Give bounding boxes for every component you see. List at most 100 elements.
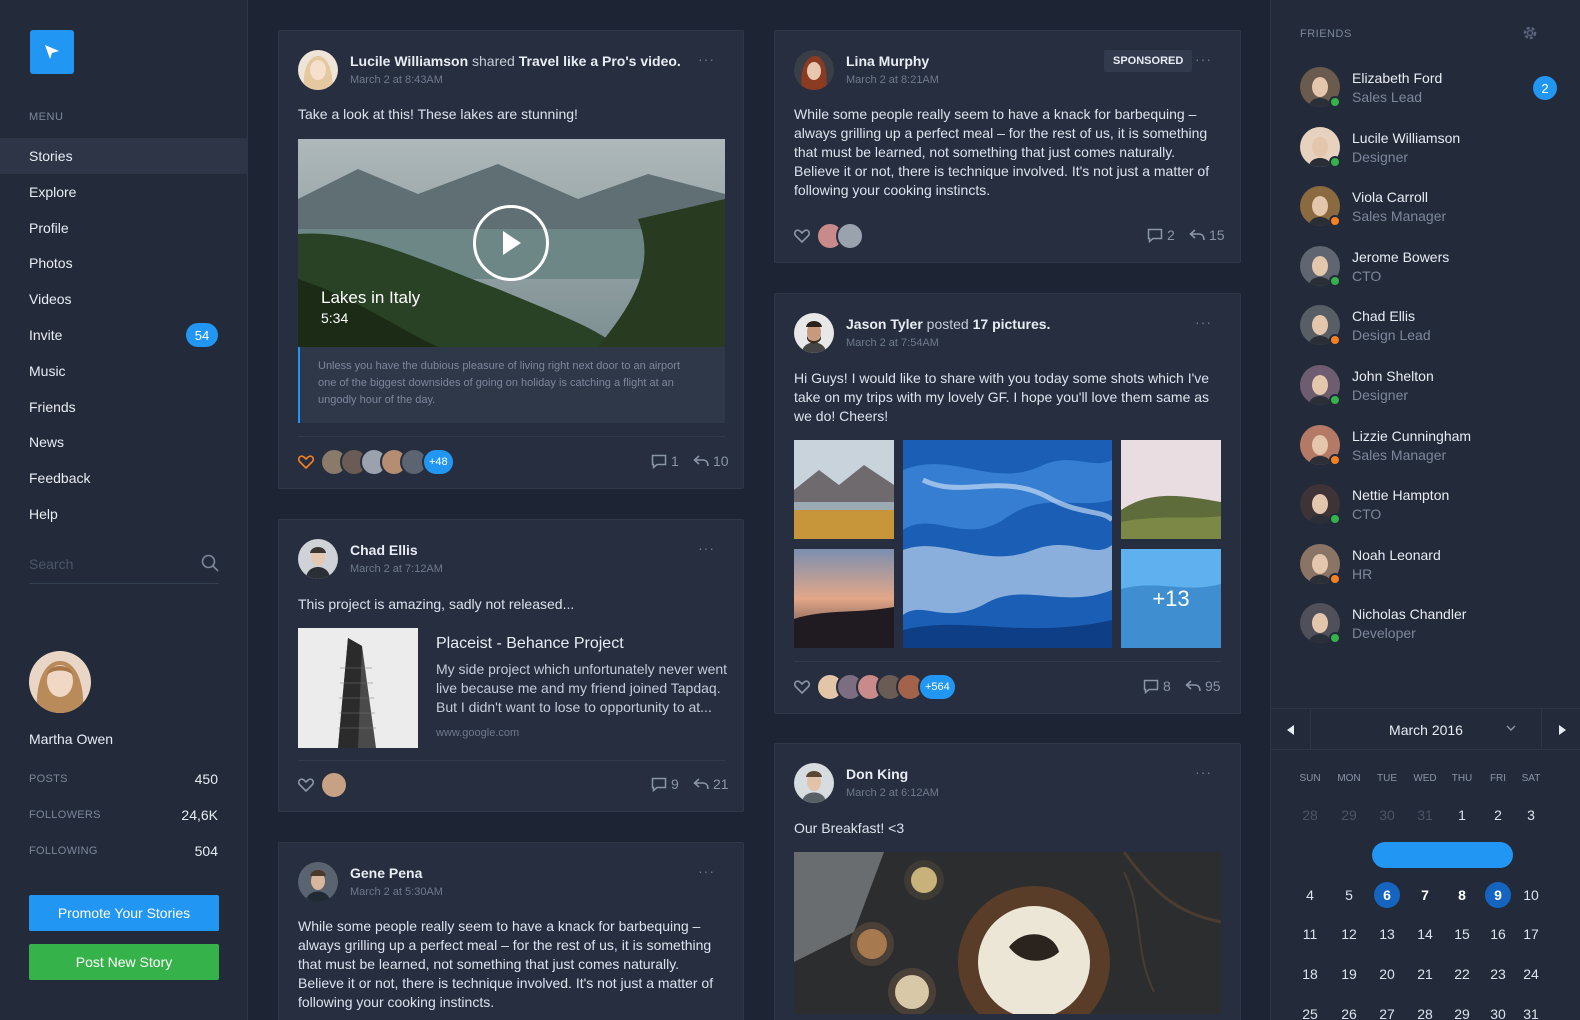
author-avatar[interactable] xyxy=(794,313,834,353)
gallery-photo[interactable] xyxy=(794,440,894,539)
sidebar-item-profile[interactable]: Profile xyxy=(0,210,247,246)
stat-value-followers[interactable]: 24,6K xyxy=(181,807,218,823)
author-avatar[interactable] xyxy=(794,50,834,90)
post-photo[interactable] xyxy=(794,852,1221,1014)
more-likers-badge[interactable]: +564 xyxy=(918,673,957,701)
gallery-more-photos[interactable]: +13 xyxy=(1121,549,1221,648)
more-options-icon[interactable]: ··· xyxy=(1195,314,1212,330)
calendar-day[interactable]: 26 xyxy=(1330,1001,1368,1020)
calendar-day[interactable]: 19 xyxy=(1330,961,1368,987)
sidebar-item-invite[interactable]: Invite 54 xyxy=(0,317,247,353)
calendar-day[interactable]: 5 xyxy=(1330,882,1368,908)
post-new-story-button[interactable]: Post New Story xyxy=(29,944,219,980)
calendar-day[interactable]: 8 xyxy=(1443,882,1481,908)
calendar-day[interactable]: 12 xyxy=(1330,921,1368,947)
author-avatar[interactable] xyxy=(794,763,834,803)
calendar-next-button[interactable] xyxy=(1541,709,1580,750)
calendar-day[interactable]: 4 xyxy=(1291,882,1329,908)
video-thumbnail[interactable]: Lakes in Italy 5:34 xyxy=(298,139,725,347)
calendar-day[interactable]: 31 xyxy=(1512,1001,1550,1020)
more-options-icon[interactable]: ··· xyxy=(698,51,715,67)
author-name[interactable]: Lina Murphy xyxy=(846,53,929,69)
friend-item[interactable]: John Shelton Designer xyxy=(1300,365,1540,407)
app-logo[interactable] xyxy=(30,30,74,74)
stat-value-posts[interactable]: 450 xyxy=(195,771,218,787)
calendar-day-other-month[interactable]: 28 xyxy=(1291,802,1329,828)
calendar-day[interactable]: 17 xyxy=(1512,921,1550,947)
calendar-day[interactable]: 6 xyxy=(1374,881,1400,908)
more-options-icon[interactable]: ··· xyxy=(698,863,715,879)
sidebar-item-friends[interactable]: Friends xyxy=(0,389,247,425)
calendar-day[interactable]: 1 xyxy=(1443,802,1481,828)
calendar-day[interactable]: 18 xyxy=(1291,961,1329,987)
sidebar-item-videos[interactable]: Videos xyxy=(0,281,247,317)
calendar-day[interactable]: 20 xyxy=(1368,961,1406,987)
friend-item[interactable]: Jerome Bowers CTO xyxy=(1300,245,1540,288)
more-options-icon[interactable]: ··· xyxy=(1195,51,1212,67)
likers-stack[interactable] xyxy=(816,222,864,250)
link-url[interactable]: www.google.com xyxy=(436,727,519,739)
friend-item[interactable]: Nicholas Chandler Developer xyxy=(1300,603,1540,645)
author-name[interactable]: Jason Tyler xyxy=(846,316,923,332)
likers-stack[interactable]: +564 xyxy=(816,673,957,701)
author-avatar[interactable] xyxy=(298,50,338,90)
link-title[interactable]: Placeist - Behance Project xyxy=(436,635,624,653)
link-thumbnail[interactable] xyxy=(298,628,418,748)
calendar-day[interactable]: 24 xyxy=(1512,961,1550,987)
author-avatar[interactable] xyxy=(298,862,338,902)
promote-stories-button[interactable]: Promote Your Stories xyxy=(29,895,219,931)
calendar-day[interactable]: 21 xyxy=(1406,961,1444,987)
sidebar-item-news[interactable]: News xyxy=(0,424,247,460)
calendar-day[interactable]: 22 xyxy=(1443,961,1481,987)
calendar-day[interactable]: 29 xyxy=(1443,1001,1481,1020)
author-avatar[interactable] xyxy=(298,539,338,579)
posted-target[interactable]: 17 pictures. xyxy=(973,316,1051,332)
share-count[interactable]: 21 xyxy=(693,776,729,792)
calendar-day-other-month[interactable]: 31 xyxy=(1406,802,1444,828)
heart-icon[interactable] xyxy=(794,229,810,243)
calendar-day[interactable]: 27 xyxy=(1368,1001,1406,1020)
calendar-day[interactable]: 3 xyxy=(1512,802,1550,828)
stat-value-following[interactable]: 504 xyxy=(195,843,218,859)
author-name[interactable]: Lucile Williamson xyxy=(350,53,468,69)
chevron-down-icon[interactable] xyxy=(1506,724,1516,732)
calendar-day[interactable]: 14 xyxy=(1406,921,1444,947)
share-count[interactable]: 95 xyxy=(1185,678,1221,694)
calendar-day-other-month[interactable]: 30 xyxy=(1368,802,1406,828)
play-button[interactable] xyxy=(473,205,549,281)
heart-icon[interactable] xyxy=(298,455,314,469)
sidebar-item-stories[interactable]: Stories xyxy=(0,138,247,174)
friend-item[interactable]: Elizabeth Ford Sales Lead 2 xyxy=(1300,67,1557,109)
heart-icon[interactable] xyxy=(298,778,314,792)
calendar-prev-button[interactable] xyxy=(1271,709,1311,750)
calendar-day[interactable]: 10 xyxy=(1512,882,1550,908)
more-options-icon[interactable]: ··· xyxy=(698,540,715,556)
gallery-photo[interactable] xyxy=(794,549,894,648)
calendar-day[interactable]: 9 xyxy=(1485,881,1511,908)
author-name[interactable]: Chad Ellis xyxy=(350,542,418,558)
calendar-day[interactable]: 13 xyxy=(1368,921,1406,947)
comment-count[interactable]: 9 xyxy=(651,776,679,792)
sidebar-item-music[interactable]: Music xyxy=(0,353,247,389)
comment-count[interactable]: 1 xyxy=(651,453,679,469)
friend-item[interactable]: Lizzie Cunningham Sales Manager xyxy=(1300,424,1540,467)
likers-stack[interactable] xyxy=(320,771,348,799)
gallery-photo[interactable] xyxy=(1121,440,1221,539)
friend-item[interactable]: Viola Carroll Sales Manager xyxy=(1300,186,1540,228)
friend-item[interactable]: Lucile Williamson Designer xyxy=(1300,126,1540,169)
shared-target[interactable]: Travel like a Pro's video. xyxy=(519,53,681,69)
search-input[interactable] xyxy=(29,550,189,578)
gallery-photo-featured[interactable] xyxy=(903,440,1112,648)
more-options-icon[interactable]: ··· xyxy=(1195,764,1212,780)
heart-icon[interactable] xyxy=(794,680,810,694)
likers-stack[interactable]: +48 xyxy=(320,448,455,476)
author-name[interactable]: Don King xyxy=(846,766,908,782)
calendar-day[interactable]: 7 xyxy=(1406,882,1444,908)
comment-count[interactable]: 8 xyxy=(1143,678,1171,694)
profile-avatar[interactable] xyxy=(29,651,91,713)
sidebar-item-explore[interactable]: Explore xyxy=(0,174,247,210)
author-name[interactable]: Gene Pena xyxy=(350,865,422,881)
calendar-day[interactable]: 11 xyxy=(1291,921,1329,947)
friend-item[interactable]: Chad Ellis Design Lead xyxy=(1300,305,1540,347)
calendar-day[interactable]: 25 xyxy=(1291,1001,1329,1020)
